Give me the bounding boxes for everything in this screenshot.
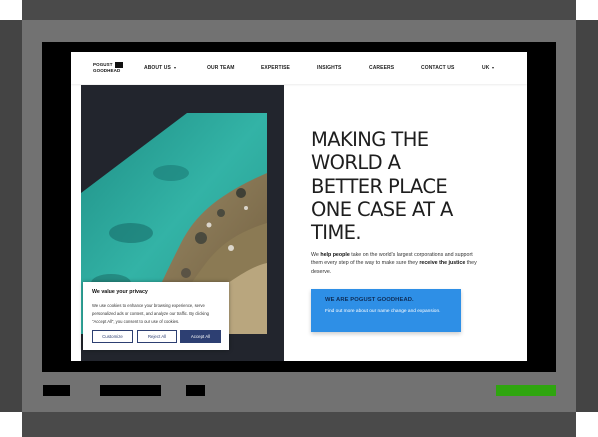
hero-headline: MAKING THE WORLD A BETTER PLACE ONE CASE… xyxy=(311,128,501,244)
nav-item-label: CONTACT US xyxy=(421,65,455,71)
nav-item-label: ABOUT US xyxy=(144,65,171,71)
cookie-banner-title: We value your privacy xyxy=(92,289,148,295)
intro-bold-text: receive the justice xyxy=(419,260,466,267)
nav-item-our-team[interactable]: OUR TEAM xyxy=(207,65,234,71)
accept-all-button[interactable]: Accept All xyxy=(180,330,221,343)
taskbar-item[interactable] xyxy=(186,385,205,396)
intro-text-part: We xyxy=(311,252,321,258)
cookie-banner-text: We use cookies to enhance your browsing … xyxy=(92,303,210,324)
hero-intro-text: We help people take on the world's large… xyxy=(311,251,481,276)
chevron-down-icon xyxy=(492,66,495,69)
chevron-down-icon xyxy=(173,66,176,69)
reject-all-button[interactable]: Reject All xyxy=(137,330,177,343)
nav-item-label: CAREERS xyxy=(369,65,395,71)
nav-item-label: EXPERTISE xyxy=(261,65,290,71)
nav-item-label: UK xyxy=(482,65,490,71)
taskbar-item[interactable] xyxy=(100,385,161,396)
cta-text: Find out more about our name change and … xyxy=(325,309,441,314)
nav-item-label: OUR TEAM xyxy=(207,65,235,71)
cookie-consent-banner: We value your privacy We use cookies to … xyxy=(83,282,229,350)
headline-line: BETTER PLACE xyxy=(311,174,448,198)
monitor-top-edge xyxy=(22,0,576,20)
headline-line: WORLD A xyxy=(311,151,401,175)
nav-item-label: INSIGHTS xyxy=(317,65,342,71)
website-viewport: POGUST GOODHEAD ABOUT US OUR TEAM EXPERT… xyxy=(71,52,527,361)
navbar: POGUST GOODHEAD ABOUT US OUR TEAM EXPERT… xyxy=(71,52,527,84)
intro-bold-text: help people xyxy=(320,252,350,258)
site-logo[interactable]: POGUST GOODHEAD xyxy=(93,62,123,74)
nav-item-insights[interactable]: INSIGHTS xyxy=(317,65,341,71)
headline-line: MAKING THE xyxy=(311,128,429,151)
cta-title: WE ARE POGUST GOODHEAD. xyxy=(325,297,414,303)
logo-text-line2: GOODHEAD xyxy=(93,67,121,73)
taskbar-item[interactable] xyxy=(43,385,70,396)
monitor-bottom-edge xyxy=(22,412,576,437)
nav-item-contact-us[interactable]: CONTACT US xyxy=(421,65,454,71)
customize-button[interactable]: Customize xyxy=(92,330,133,343)
taskbar-status-indicator[interactable] xyxy=(496,385,556,396)
name-change-cta-card[interactable]: WE ARE POGUST GOODHEAD. Find out more ab… xyxy=(311,289,461,332)
nav-item-expertise[interactable]: EXPERTISE xyxy=(261,65,290,71)
headline-line: TIME. xyxy=(311,221,362,245)
headline-line: ONE CASE AT A xyxy=(311,197,453,221)
nav-item-careers[interactable]: CAREERS xyxy=(369,65,394,71)
logo-mark-icon xyxy=(115,62,123,68)
nav-item-region-uk[interactable]: UK xyxy=(482,65,495,71)
nav-item-about-us[interactable]: ABOUT US xyxy=(144,65,176,71)
